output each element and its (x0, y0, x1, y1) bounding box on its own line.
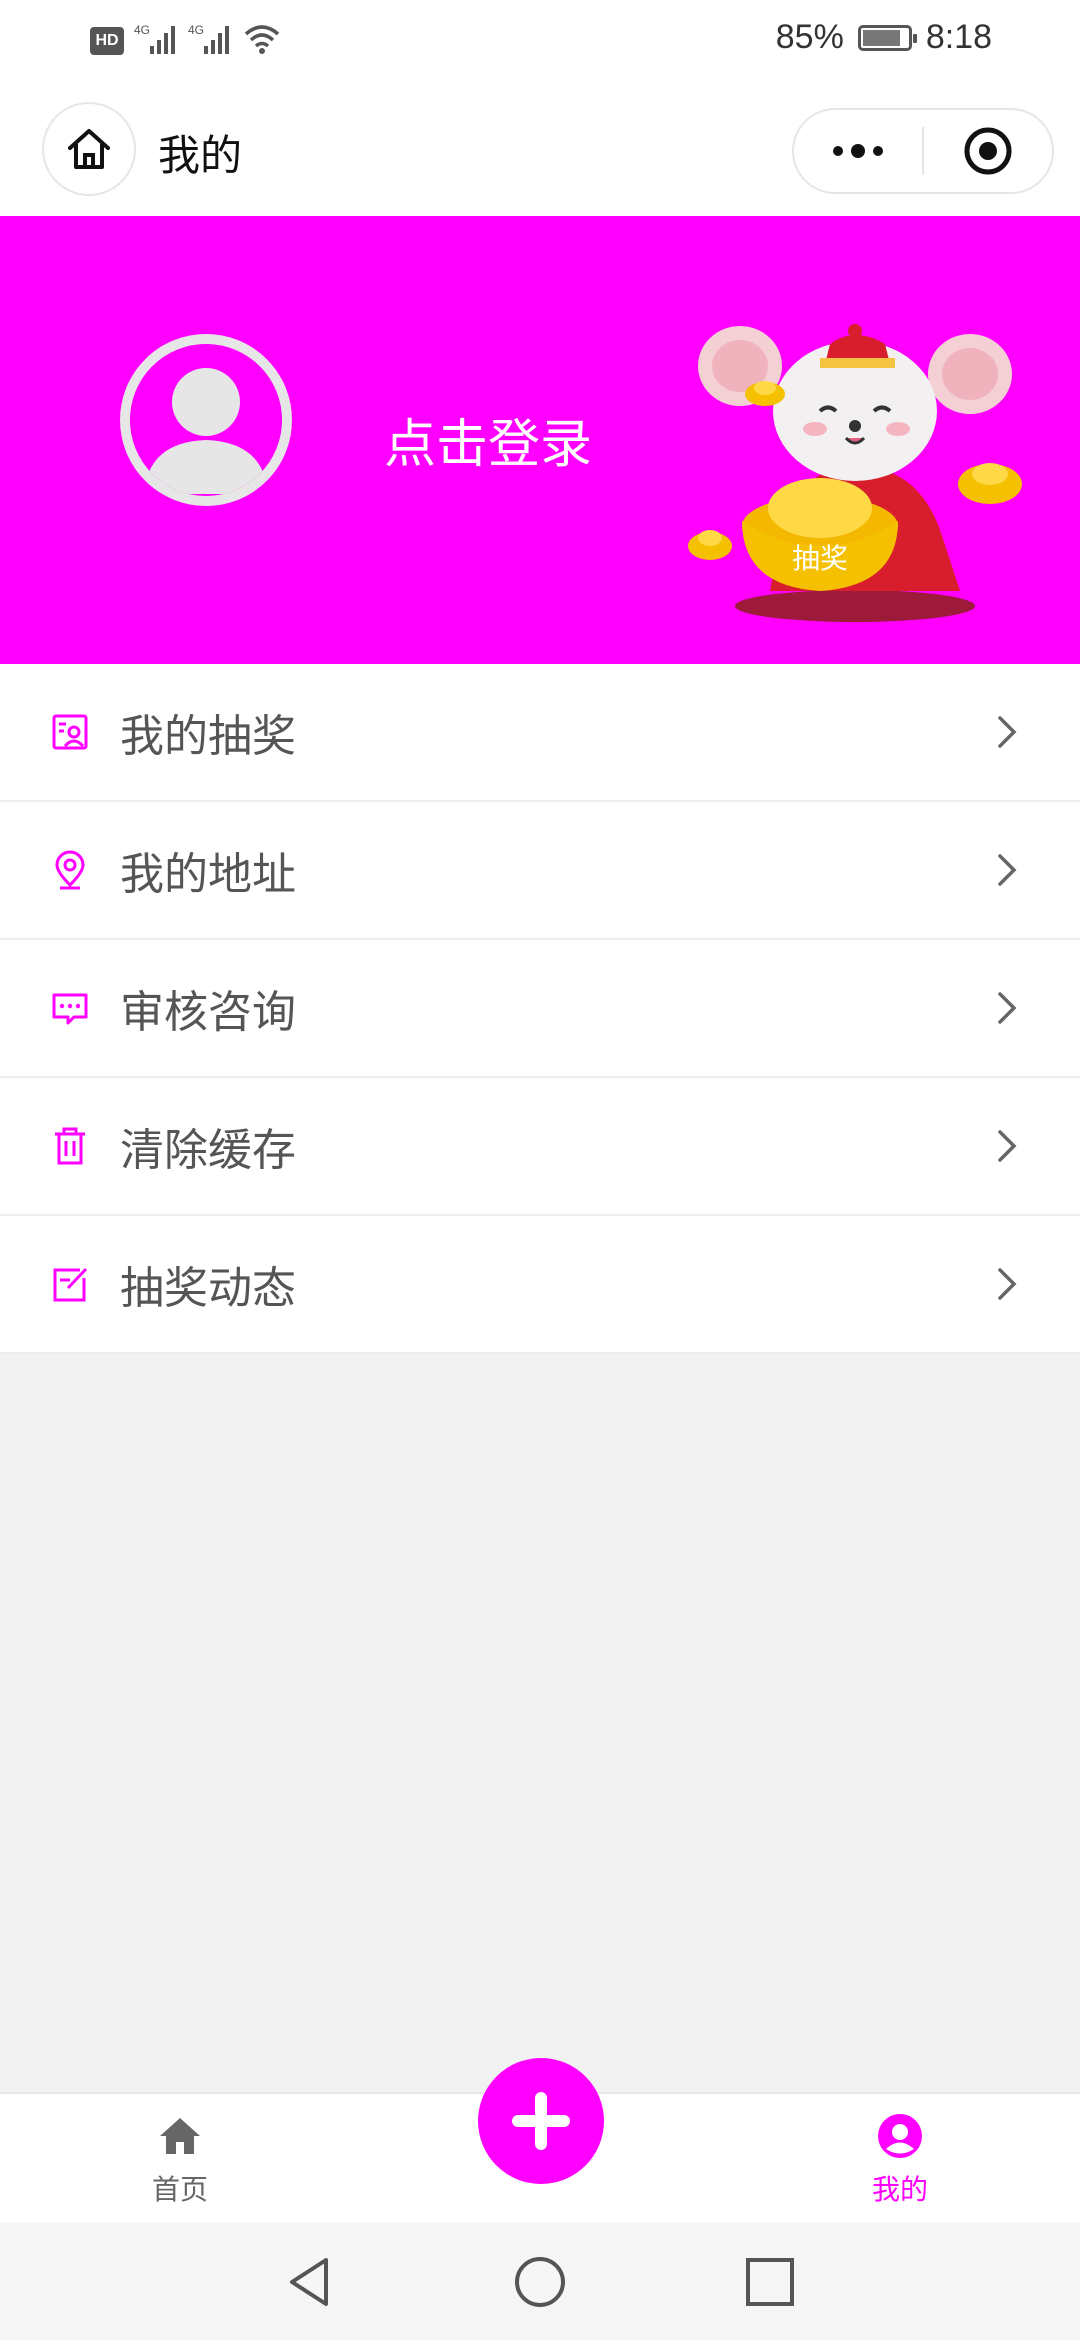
chevron-right-icon (998, 992, 1017, 1024)
tab-mine[interactable]: 我的 (800, 2112, 1000, 2208)
tab-home-label: 首页 (151, 2173, 208, 2206)
chevron-right-icon (998, 854, 1017, 886)
user-circle-icon (878, 2114, 922, 2158)
menu-item-my-lottery[interactable]: 我的抽奖 (0, 664, 1080, 802)
battery-icon (857, 24, 917, 51)
more-button[interactable] (794, 110, 922, 192)
chevron-right-icon (998, 716, 1017, 748)
status-bar: HD 4G 4G 85% 8:18 (0, 0, 1080, 86)
chevron-right-icon (998, 1130, 1017, 1162)
menu-item-lottery-news[interactable]: 抽奖动态 (0, 1216, 1080, 1354)
tab-home[interactable]: 首页 (80, 2112, 280, 2208)
menu-item-clear-cache[interactable]: 清除缓存 (0, 1078, 1080, 1216)
plus-icon (512, 2092, 570, 2150)
menu-item-review-consult[interactable]: 审核咨询 (0, 940, 1080, 1078)
menu-list: 我的抽奖 我的地址 审核咨询 清除缓存 抽奖动态 (0, 664, 1080, 1354)
battery-percent: 85% (775, 18, 844, 56)
location-pin-icon (55, 850, 85, 890)
tab-mine-label: 我的 (871, 2173, 928, 2206)
network-type-2: 4G (188, 23, 204, 37)
clock: 8:18 (925, 18, 992, 56)
menu-item-label: 抽奖动态 (120, 1263, 296, 1314)
home-icon (68, 129, 110, 169)
home-icon (160, 2118, 200, 2154)
menu-item-label: 我的抽奖 (120, 711, 296, 762)
system-nav-bar (0, 2222, 1080, 2340)
network-type-1: 4G (134, 23, 150, 37)
wifi-icon (242, 22, 282, 60)
hd-badge: HD (90, 27, 124, 55)
mouse-mascot-illustration: 抽奖 (688, 324, 1022, 622)
avatar[interactable] (120, 334, 292, 506)
menu-item-label: 我的地址 (120, 849, 296, 900)
menu-item-label: 审核咨询 (120, 987, 296, 1038)
home-button[interactable] (42, 102, 136, 196)
target-circle-icon (964, 127, 1012, 175)
trash-icon (55, 1127, 85, 1165)
status-right: 85% 8:18 (776, 18, 992, 57)
recents-square-icon[interactable] (742, 2254, 798, 2310)
lottery-card-icon (52, 714, 88, 750)
close-miniapp-button[interactable] (924, 110, 1052, 192)
menu-item-label: 清除缓存 (120, 1125, 296, 1176)
chevron-right-icon (998, 1268, 1017, 1300)
login-prompt[interactable]: 点击登录 (384, 402, 592, 477)
default-avatar-icon (130, 344, 282, 496)
home-circle-icon[interactable] (512, 2254, 568, 2310)
page-title: 我的 (158, 131, 243, 180)
capsule-menu (792, 108, 1054, 194)
nav-bar: 我的 (0, 86, 1080, 216)
menu-item-my-address[interactable]: 我的地址 (0, 802, 1080, 940)
signal-2-icon: 4G (188, 22, 232, 60)
back-triangle-icon[interactable] (282, 2254, 338, 2310)
lottery-badge-text: 抽奖 (792, 542, 848, 575)
signal-1-icon: 4G (134, 22, 178, 60)
edit-note-icon (53, 1267, 88, 1302)
profile-banner: 点击登录 抽奖 (0, 216, 1080, 664)
more-dots-icon (833, 144, 883, 158)
message-dots-icon (52, 993, 88, 1025)
status-left: HD 4G 4G (90, 22, 282, 60)
add-button[interactable] (478, 2058, 604, 2184)
